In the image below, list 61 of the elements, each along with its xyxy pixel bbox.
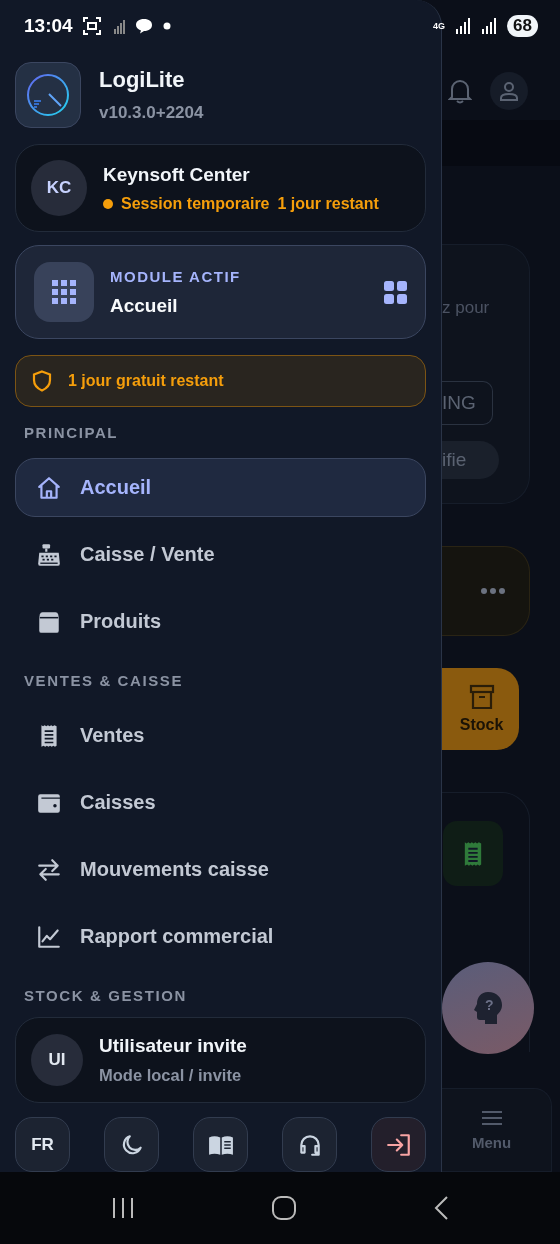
app-logo [15, 62, 81, 128]
drawer-nav-item[interactable]: Caisses [15, 773, 426, 832]
recent-apps-icon[interactable] [112, 1197, 134, 1219]
home-button-icon[interactable] [272, 1196, 296, 1220]
section-title: VENTES & CAISSE [23, 670, 185, 691]
account-avatar: KC [31, 160, 87, 216]
card-text: z pour [442, 298, 490, 318]
grid-icon[interactable] [384, 280, 407, 304]
guide-button[interactable] [193, 1117, 248, 1172]
more-icon[interactable] [481, 588, 505, 594]
archive-icon [468, 684, 495, 710]
drawer-nav-item[interactable]: Accueil [15, 458, 426, 517]
support-button[interactable] [282, 1117, 337, 1172]
status-time: 13:04 [24, 15, 73, 37]
active-module-card[interactable]: MODULE ACTIF Accueil [15, 245, 426, 339]
dot-icon [162, 22, 171, 30]
user-name: Utilisateur invite [99, 1035, 247, 1057]
network-type: 4G [433, 21, 446, 31]
profile-button[interactable] [490, 72, 528, 110]
swap-arrows-icon [36, 856, 62, 883]
logout-button[interactable] [371, 1117, 426, 1172]
signal-icon [455, 18, 472, 34]
module-name: Accueil [110, 294, 179, 317]
user-avatar: UI [31, 1034, 83, 1086]
question-mark: ? [485, 997, 494, 1013]
chip: ING [442, 381, 493, 425]
user-mode: Mode local / invite [99, 1066, 243, 1085]
chat-icon [134, 18, 153, 34]
language-button[interactable]: FR [15, 1117, 70, 1172]
logout-icon [385, 1131, 412, 1158]
receipt-tile[interactable] [443, 821, 503, 886]
account-name: Keynsoft Center [103, 163, 251, 186]
cash-register-icon [36, 541, 62, 568]
home-icon [36, 474, 62, 501]
bell-icon[interactable] [448, 78, 472, 104]
section-title: STOCK & GESTION [23, 985, 188, 1006]
session-status: Session temporaire [121, 194, 270, 213]
app-name: LogiLite [99, 67, 186, 93]
drawer-nav-item[interactable]: Produits [15, 592, 426, 651]
user-card[interactable]: UI Utilisateur invite Mode local / invite [15, 1017, 426, 1103]
account-card[interactable]: KC Keynsoft Center Session temporaire 1 jour restant [15, 144, 426, 232]
status-dot-icon [103, 198, 113, 209]
pill: ifie [442, 441, 499, 479]
back-icon[interactable] [434, 1196, 448, 1220]
menu-icon [480, 1109, 503, 1126]
signal-icon [481, 18, 498, 34]
theme-button[interactable] [104, 1117, 159, 1172]
app-version: v10.3.0+2204 [99, 103, 204, 123]
drawer-nav-item[interactable]: Caisse / Vente [15, 525, 426, 584]
line-chart-icon [36, 923, 62, 950]
drawer-nav-item[interactable]: Ventes [15, 706, 426, 765]
module-label: MODULE ACTIF [110, 267, 242, 285]
shield-icon [32, 370, 52, 392]
section-title: PRINCIPAL [23, 422, 120, 443]
user-icon [499, 81, 519, 101]
trial-text: 1 jour gratuit restant [68, 372, 224, 390]
screenshot-icon [82, 17, 101, 35]
dot-grid-icon [51, 279, 77, 305]
drawer-nav-item[interactable]: Rapport commercial [15, 907, 426, 966]
drawer-nav-item[interactable]: Mouvements caisse [15, 840, 426, 899]
remaining-time: 1 jour restant [277, 194, 379, 213]
